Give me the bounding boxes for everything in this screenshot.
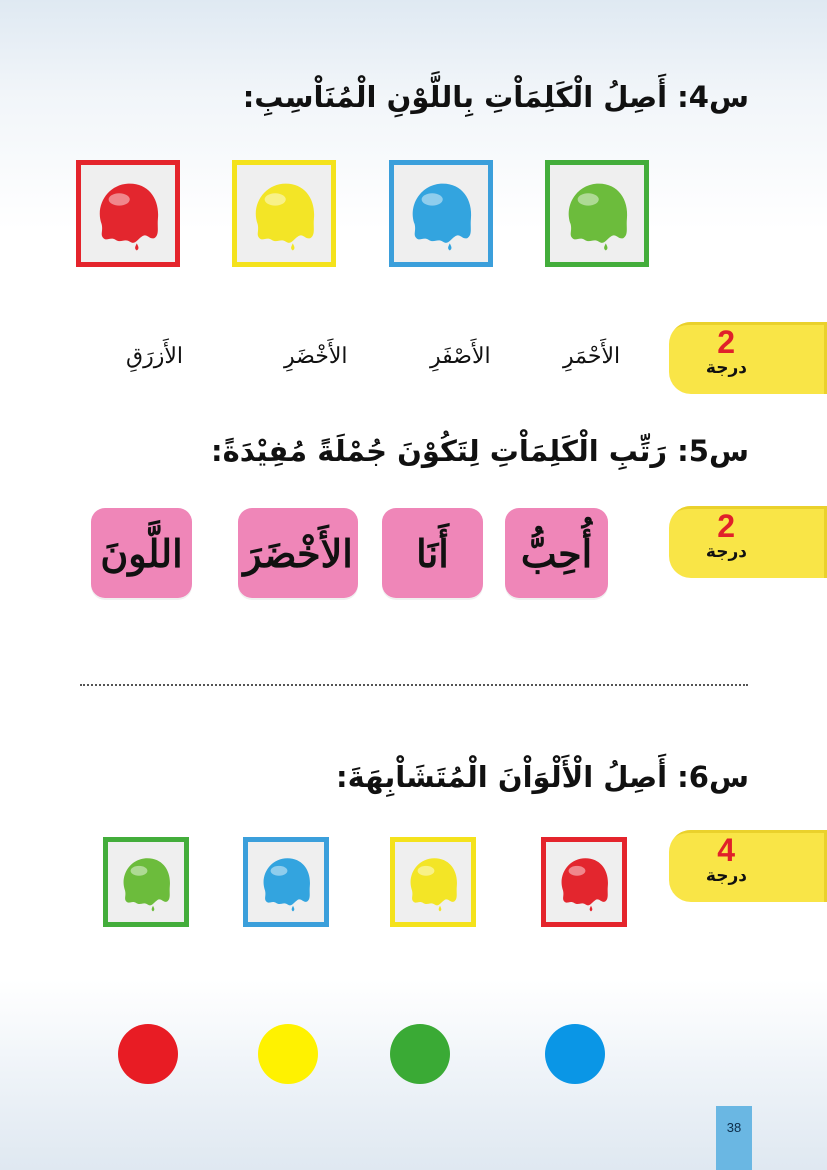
yellow-paint-card xyxy=(232,160,336,267)
word-tile-uhibbu[interactable]: أُحِبُّ xyxy=(505,508,608,598)
yellow-paint-card xyxy=(390,837,476,927)
page-number: 38 xyxy=(716,1106,752,1170)
grade-number: 2 xyxy=(717,324,735,360)
blue-circle[interactable] xyxy=(545,1024,605,1084)
word-blue[interactable]: الأَزرَقِ xyxy=(126,344,183,369)
grade-number: 2 xyxy=(717,508,735,544)
grade-label: درجة xyxy=(705,542,747,562)
word-green[interactable]: الأَخْضَرِ xyxy=(284,344,347,369)
word-yellow[interactable]: الأَصْفَرِ xyxy=(430,344,491,369)
red-circle[interactable] xyxy=(118,1024,178,1084)
red-paint-card xyxy=(76,160,180,267)
word-tile-allawn[interactable]: اللَّونَ xyxy=(91,508,192,598)
question-6-title: س6: أَصِلُ الْأَلْوَاْنَ الْمُتَشَاْبِهَ… xyxy=(336,760,749,794)
green-circle[interactable] xyxy=(390,1024,450,1084)
paint-blob-icon xyxy=(412,183,472,251)
yellow-circle[interactable] xyxy=(258,1024,318,1084)
word-tile-alakhdar[interactable]: الأَخْضَرَ xyxy=(238,508,358,598)
red-paint-card xyxy=(541,837,627,927)
blue-paint-card xyxy=(243,837,329,927)
green-paint-card xyxy=(545,160,649,267)
grade-label: درجة xyxy=(705,358,747,378)
green-paint-card xyxy=(103,837,189,927)
grade-badge-q4: 2 درجة xyxy=(669,322,827,394)
paint-blob-icon xyxy=(123,858,170,912)
grade-badge-q5: 2 درجة xyxy=(669,506,827,578)
paint-blob-icon xyxy=(99,183,159,251)
grade-badge-q6: 4 درجة xyxy=(669,830,827,902)
paint-blob-icon xyxy=(263,858,310,912)
question-4-title: س4: أَصِلُ الْكَلِمَاْتِ بِاللَّوْنِ الْ… xyxy=(242,80,749,114)
word-red[interactable]: الأَحْمَرِ xyxy=(563,344,620,369)
question-5-title: س5: رَتِّبِ الْكَلِمَاْتِ لِتَكُوْنَ جُم… xyxy=(210,434,749,468)
section-divider xyxy=(80,684,748,686)
paint-blob-icon xyxy=(410,858,457,912)
paint-blob-icon xyxy=(255,183,315,251)
word-tile-ana[interactable]: أَنَا xyxy=(382,508,483,598)
grade-number: 4 xyxy=(717,832,735,868)
paint-blob-icon xyxy=(561,858,608,912)
blue-paint-card xyxy=(389,160,493,267)
grade-label: درجة xyxy=(705,866,747,886)
paint-blob-icon xyxy=(568,183,628,251)
